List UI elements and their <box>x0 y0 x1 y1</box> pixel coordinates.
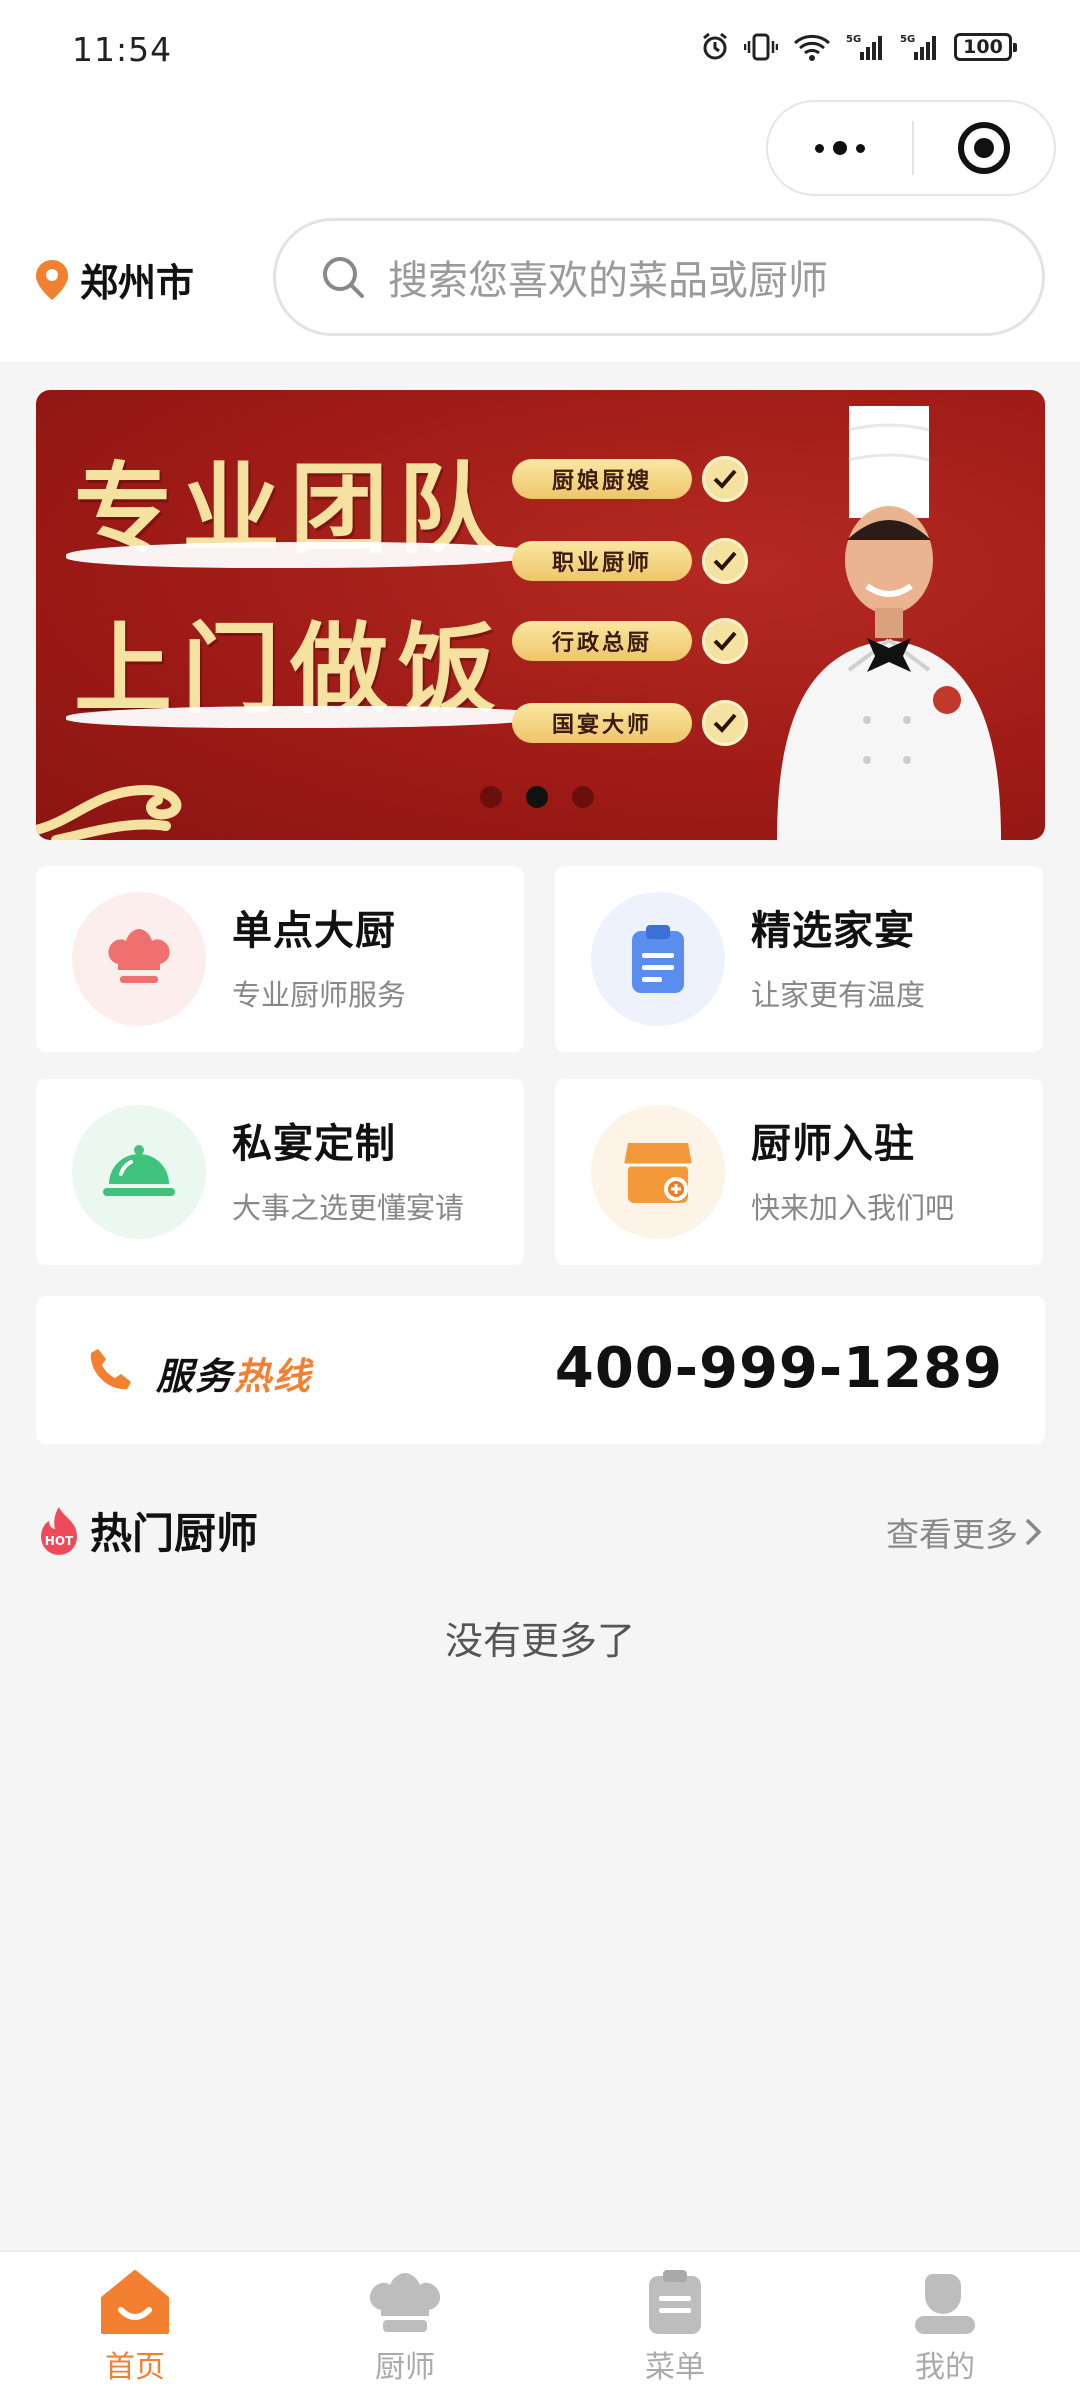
promo-banner[interactable]: 专业团队 上门做饭 厨娘厨嫂 职业厨师 行政总厨 国宴大师 <box>36 390 1045 840</box>
hotline-number[interactable]: 400-999-1289 <box>555 1336 1003 1401</box>
service-subtitle: 专业厨师服务 <box>232 978 407 1012</box>
check-icon <box>702 618 748 664</box>
service-icon-bg <box>72 1105 206 1239</box>
tab-home[interactable]: 首页 <box>0 2252 270 2400</box>
clipboard-icon <box>632 925 684 993</box>
chef-hat-icon <box>369 2273 441 2332</box>
check-icon <box>702 700 748 746</box>
menu-clipboard-icon <box>649 2270 701 2334</box>
section-title: 热门厨师 <box>90 1509 259 1558</box>
service-subtitle: 让家更有温度 <box>751 978 926 1012</box>
check-icon <box>702 456 748 502</box>
service-card-single-chef[interactable]: 单点大厨 专业厨师服务 <box>36 866 524 1052</box>
hot-flame-icon: HOT <box>41 1506 77 1555</box>
banner-tag: 职业厨师 <box>512 538 748 584</box>
chef-hat-icon <box>108 929 170 983</box>
chevron-right-icon <box>1025 1518 1042 1546</box>
target-icon <box>958 122 1010 174</box>
tag-label: 国宴大师 <box>512 703 692 743</box>
status-icons: 5G 5G 100 <box>700 32 1017 62</box>
tag-label: 行政总厨 <box>512 621 692 661</box>
service-hotline[interactable]: 服务热线 400-999-1289 <box>36 1296 1045 1444</box>
food-cloche-icon <box>103 1145 175 1196</box>
service-card-family-banquet[interactable]: 精选家宴 让家更有温度 <box>555 866 1043 1052</box>
chef-photo <box>777 406 1001 840</box>
home-icon <box>101 2270 169 2334</box>
more-button[interactable] <box>768 102 912 194</box>
service-card-chef-join[interactable]: 厨师入驻 快来加入我们吧 <box>555 1079 1043 1265</box>
tag-label: 厨娘厨嫂 <box>512 459 692 499</box>
tab-label: 厨师 <box>375 2350 435 2385</box>
city-label: 郑州市 <box>80 261 195 305</box>
tab-label: 我的 <box>915 2350 975 2385</box>
service-icon-bg <box>591 892 725 1026</box>
signal-5g-icon: 5G <box>900 34 936 60</box>
tab-menu[interactable]: 菜单 <box>540 2252 810 2400</box>
tab-label: 首页 <box>105 2350 165 2385</box>
empty-list-text: 没有更多了 <box>444 1619 635 1663</box>
tab-label: 菜单 <box>645 2350 705 2385</box>
mini-program-capsule <box>766 100 1056 196</box>
service-subtitle: 快来加入我们吧 <box>751 1191 955 1225</box>
top-bar: 11:54 5G 5G 100 郑州市 搜索您喜欢的菜品或厨师 <box>0 0 1080 362</box>
service-title: 单点大厨 <box>232 908 396 954</box>
service-icon-bg <box>591 1105 725 1239</box>
service-title: 私宴定制 <box>232 1121 396 1167</box>
more-dot-icon <box>833 141 847 155</box>
wifi-icon <box>793 34 831 61</box>
carousel-dot[interactable] <box>480 786 502 808</box>
hotline-label-part: 服务 <box>156 1355 234 1398</box>
tag-label: 职业厨师 <box>512 541 692 581</box>
service-card-private-banquet[interactable]: 私宴定制 大事之选更懂宴请 <box>36 1079 524 1265</box>
carousel-indicator <box>480 786 594 808</box>
search-icon <box>323 257 364 298</box>
svg-text:5G: 5G <box>846 34 861 45</box>
service-subtitle: 大事之选更懂宴请 <box>232 1191 465 1225</box>
vibrate-icon <box>744 33 778 61</box>
hotline-label-part: 热线 <box>234 1355 312 1398</box>
carousel-dot[interactable] <box>572 786 594 808</box>
hot-chefs-heading: HOT 热门厨师 <box>36 1500 258 1561</box>
brush-stroke <box>66 542 536 568</box>
hot-badge-text: HOT <box>45 1534 74 1548</box>
view-more-link[interactable]: 查看更多 <box>886 1508 1042 1556</box>
alarm-icon <box>703 32 727 60</box>
location-pin-icon <box>36 259 68 300</box>
shop-icon <box>624 1143 692 1203</box>
cloud-swirl-decoration <box>36 784 182 840</box>
tab-profile[interactable]: 我的 <box>810 2252 1080 2400</box>
phone-icon <box>90 1349 131 1390</box>
status-time: 11:54 <box>72 30 173 69</box>
banner-tag: 国宴大师 <box>512 700 748 746</box>
banner-tag: 厨娘厨嫂 <box>512 456 748 502</box>
hotline-label: 服务热线 <box>156 1346 312 1400</box>
more-dot-icon <box>856 143 865 153</box>
close-button[interactable] <box>914 122 1054 174</box>
battery-icon: 100 <box>954 33 1017 61</box>
banner-tag: 行政总厨 <box>512 618 748 664</box>
search-placeholder: 搜索您喜欢的菜品或厨师 <box>388 258 828 304</box>
user-icon <box>915 2274 975 2334</box>
service-title: 精选家宴 <box>751 908 915 954</box>
svg-text:5G: 5G <box>900 34 915 45</box>
more-dot-icon <box>815 143 824 153</box>
bottom-tab-bar: 首页 厨师 菜单 我的 <box>0 2250 1080 2400</box>
check-icon <box>702 538 748 584</box>
location-selector[interactable]: 郑州市 <box>34 252 194 307</box>
service-title: 厨师入驻 <box>751 1121 915 1167</box>
view-more-label: 查看更多 <box>886 1515 1018 1554</box>
service-icon-bg <box>72 892 206 1026</box>
brush-stroke <box>66 706 546 728</box>
signal-5g-icon: 5G <box>846 34 882 60</box>
search-input[interactable]: 搜索您喜欢的菜品或厨师 <box>273 218 1045 336</box>
tab-chefs[interactable]: 厨师 <box>270 2252 540 2400</box>
carousel-dot[interactable] <box>526 786 548 808</box>
